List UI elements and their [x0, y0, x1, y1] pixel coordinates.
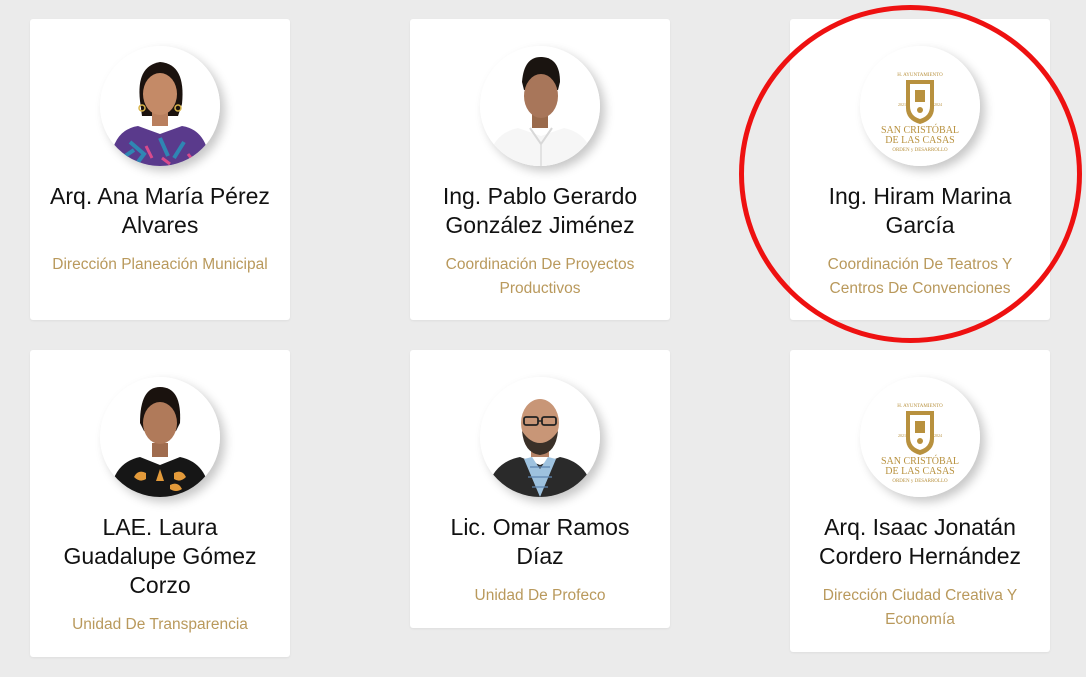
svg-text:DE LAS CASAS: DE LAS CASAS — [885, 135, 954, 146]
staff-card[interactable]: Ing. Pablo Gerardo González Jiménez Coor… — [410, 19, 670, 320]
staff-directory-grid: Arq. Ana María Pérez Alvares Dirección P… — [0, 0, 1086, 677]
staff-name: Ing. Pablo Gerardo González Jiménez — [442, 183, 638, 238]
staff-card[interactable]: Lic. Omar Ramos Díaz Unidad De Profeco — [410, 350, 670, 628]
staff-card[interactable]: LAE. Laura Guadalupe Gómez Corzo Unidad … — [30, 350, 290, 657]
staff-name: LAE. Laura Guadalupe Gómez Corzo — [63, 514, 257, 598]
municipal-logo: H. AYUNTAMIENTO 2021 2024 SAN CRISTÓBAL … — [860, 377, 980, 497]
svg-text:DE LAS CASAS: DE LAS CASAS — [885, 466, 954, 477]
staff-photo — [100, 46, 220, 166]
svg-text:2024: 2024 — [934, 102, 942, 107]
staff-department: Unidad De Profeco — [474, 587, 606, 604]
svg-text:2024: 2024 — [934, 433, 942, 438]
staff-photo — [100, 377, 220, 497]
svg-text:H. AYUNTAMIENTO: H. AYUNTAMIENTO — [897, 404, 943, 409]
staff-card[interactable]: H. AYUNTAMIENTO 2021 2024 SAN CRISTÓBAL … — [790, 350, 1050, 652]
staff-card[interactable]: H. AYUNTAMIENTO 2021 2024 SAN CRISTÓBAL … — [790, 19, 1050, 320]
staff-card[interactable]: Arq. Ana María Pérez Alvares Dirección P… — [30, 19, 290, 320]
staff-name: Arq. Isaac Jonatán Cordero Hernández — [818, 514, 1021, 569]
staff-department: Dirección Planeación Municipal — [52, 256, 268, 273]
staff-name: Arq. Ana María Pérez Alvares — [50, 183, 270, 238]
svg-text:ORDEN y DESARROLLO: ORDEN y DESARROLLO — [892, 479, 948, 484]
staff-name: Lic. Omar Ramos Díaz — [450, 514, 630, 569]
staff-department: Dirección Ciudad Creativa Y Economía — [822, 587, 1018, 628]
staff-name: Ing. Hiram Marina García — [828, 183, 1012, 238]
svg-text:2021: 2021 — [898, 102, 906, 107]
staff-photo — [480, 377, 600, 497]
svg-text:ORDEN y DESARROLLO: ORDEN y DESARROLLO — [892, 148, 948, 153]
staff-photo — [480, 46, 600, 166]
svg-text:H. AYUNTAMIENTO: H. AYUNTAMIENTO — [897, 73, 943, 78]
staff-department: Coordinación De Teatros Y Centros De Con… — [827, 256, 1013, 297]
municipal-logo: H. AYUNTAMIENTO 2021 2024 SAN CRISTÓBAL … — [860, 46, 980, 166]
svg-text:2021: 2021 — [898, 433, 906, 438]
staff-department: Unidad De Transparencia — [72, 616, 248, 633]
staff-department: Coordinación De Proyectos Productivos — [445, 256, 635, 297]
